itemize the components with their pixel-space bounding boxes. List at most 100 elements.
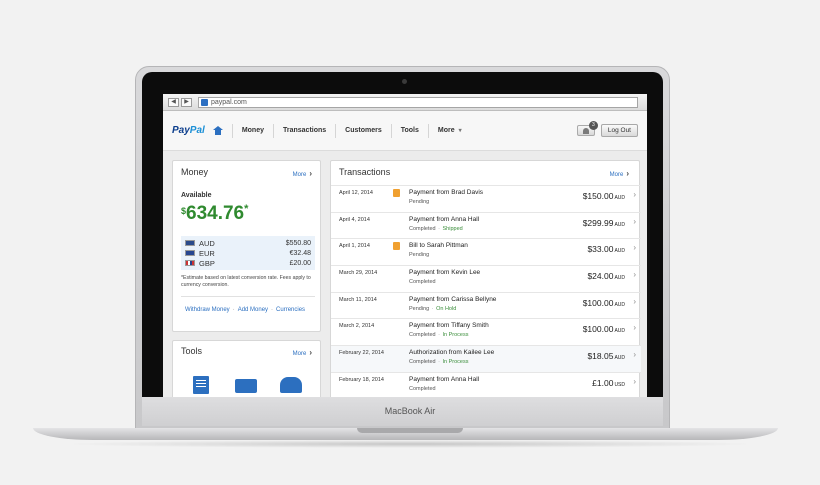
substatus-label: On Hold (436, 305, 457, 312)
available-balance: $634.76* (181, 203, 248, 225)
transaction-status: Completed · In Process (409, 359, 468, 365)
amount-value: $18.05 (587, 351, 614, 362)
currencies-link[interactable]: Currencies (276, 307, 305, 313)
site-favicon-icon (201, 98, 208, 106)
currency-row-aud: AUD $550.80 (185, 238, 311, 248)
transaction-row[interactable]: March 2, 2014 Payment from Tiffany Smith C… (331, 318, 641, 345)
transaction-row[interactable]: March 11, 2014 Payment from Carissa Belly… (331, 291, 641, 319)
transaction-row[interactable]: April 12, 2014 Payment from Brad Davis Pen… (331, 185, 641, 212)
transaction-row[interactable]: February 22, 2014 Authorization from Kail… (331, 345, 641, 372)
device-label: MacBook Air (384, 406, 436, 416)
amount-value: $299.99 (582, 217, 614, 228)
transaction-date: February 22, 2014 (339, 350, 384, 357)
transaction-date: February 18, 2014 (339, 376, 384, 383)
currency-amount: €32.48 (289, 249, 311, 257)
transaction-date: March 11, 2014 (339, 296, 377, 303)
request-money-icon[interactable] (280, 377, 302, 393)
nav-customers[interactable]: Customers (335, 123, 391, 138)
chevron-right-icon: › (633, 270, 636, 280)
nav-tools[interactable]: Tools (390, 123, 428, 138)
laptop-screen: ◀ ▶ paypal.com PayPal Money Transactions… (163, 94, 647, 397)
transaction-description: Bill to Sarah Pittman (409, 242, 468, 250)
chevron-right-icon: › (309, 348, 312, 357)
amount-value: $150.00 (582, 191, 614, 201)
substatus-label: Shipped (442, 225, 463, 232)
amount-currency: AUD (614, 355, 625, 362)
flag-icon (393, 189, 400, 197)
transaction-status: Completed · Shipped (409, 226, 463, 232)
transaction-row[interactable]: April 4, 2014 Payment from Anna Hall Compl… (331, 211, 641, 239)
transaction-description: Payment from Anna Hall (409, 375, 480, 383)
conversion-disclaimer: *Estimate based on latest conversion rat… (181, 275, 311, 288)
status-label: Completed (409, 385, 436, 392)
transaction-amount: $150.00AUD (583, 191, 625, 201)
amount-value: $24.00 (587, 271, 614, 282)
transaction-row[interactable]: February 18, 2014 Payment from Anna Hall C… (331, 371, 641, 397)
link-separator: · (232, 307, 235, 313)
chevron-down-icon: ▾ (458, 127, 462, 134)
status-separator: · (436, 225, 442, 232)
withdraw-money-link[interactable]: Withdraw Money (185, 307, 230, 313)
camera-icon (402, 79, 407, 84)
back-button[interactable]: ◀ (168, 97, 179, 107)
address-bar[interactable]: paypal.com (198, 96, 638, 108)
browser-toolbar: ◀ ▶ paypal.com (163, 94, 647, 111)
transactions-more-label: More (609, 172, 624, 178)
amount-currency: USD (614, 381, 625, 388)
status-label: Completed (409, 279, 436, 286)
invoice-icon[interactable] (193, 376, 209, 394)
nav-money[interactable]: Money (231, 123, 273, 138)
transaction-amount: $299.99AUD (583, 218, 625, 228)
add-money-link[interactable]: Add Money (238, 307, 268, 313)
status-label: Completed (409, 359, 436, 366)
transaction-description: Payment from Anna Hall (409, 215, 480, 223)
amount-currency: AUD (614, 328, 625, 335)
logout-button[interactable]: Log Out (600, 124, 638, 137)
transactions-title: Transactions (339, 167, 391, 177)
amount-value: £1.00 (592, 377, 614, 388)
money-more-link[interactable]: More › (293, 169, 312, 178)
logo-pal: Pal (189, 125, 205, 136)
balance-currency-symbol: $ (181, 206, 187, 216)
header-actions: 3 Log Out (576, 121, 638, 137)
transaction-row[interactable]: March 29, 2014 Payment from Kevin Lee Comp… (331, 265, 641, 292)
currency-amount: $550.80 (285, 239, 311, 247)
chevron-right-icon: › (633, 350, 636, 360)
nav-more-label: More (437, 126, 455, 134)
transaction-amount: $24.00AUD (587, 271, 625, 281)
transaction-status: Pending · On Hold (409, 306, 456, 312)
transaction-amount: $100.00AUD (583, 298, 625, 308)
transaction-amount: $18.05AUD (587, 351, 625, 361)
laptop-notch (357, 428, 463, 433)
amount-currency: AUD (614, 221, 625, 228)
transaction-amount: $100.00AUD (583, 324, 625, 334)
balance-amount: 634.76 (186, 203, 245, 224)
profile-button[interactable]: 3 (576, 121, 598, 136)
url-text: paypal.com (211, 98, 247, 106)
amount-value: $33.00 (587, 244, 614, 255)
chevron-right-icon: › (626, 169, 629, 178)
transaction-description: Payment from Carissa Bellyne (409, 295, 497, 303)
transaction-status: Pending (409, 199, 429, 205)
currency-row-eur: EUR €32.48 (185, 248, 311, 258)
divider (181, 296, 315, 297)
transaction-date: March 29, 2014 (339, 270, 378, 277)
paypal-logo[interactable]: PayPal (172, 125, 205, 136)
transaction-status: Completed · In Process (409, 332, 468, 338)
chevron-right-icon: › (633, 243, 636, 253)
currency-code: EUR (199, 248, 215, 258)
amount-value: $100.00 (582, 324, 614, 335)
transaction-status: Pending (409, 252, 429, 258)
transaction-description: Payment from Brad Davis (409, 189, 484, 196)
nav-more[interactable]: More ▾ (427, 123, 471, 138)
nav-transactions[interactable]: Transactions (272, 123, 335, 138)
transaction-description: Payment from Kevin Lee (409, 269, 481, 277)
transactions-more-link[interactable]: More › (610, 169, 629, 178)
home-icon[interactable] (212, 126, 223, 135)
status-label: Completed (409, 225, 436, 232)
currency-code: AUD (199, 238, 215, 248)
tools-more-link[interactable]: More › (293, 348, 312, 357)
forward-button[interactable]: ▶ (181, 97, 192, 107)
send-money-icon[interactable] (235, 379, 257, 393)
transaction-row[interactable]: April 1, 2014 Bill to Sarah Pittman Pendin… (331, 238, 641, 265)
